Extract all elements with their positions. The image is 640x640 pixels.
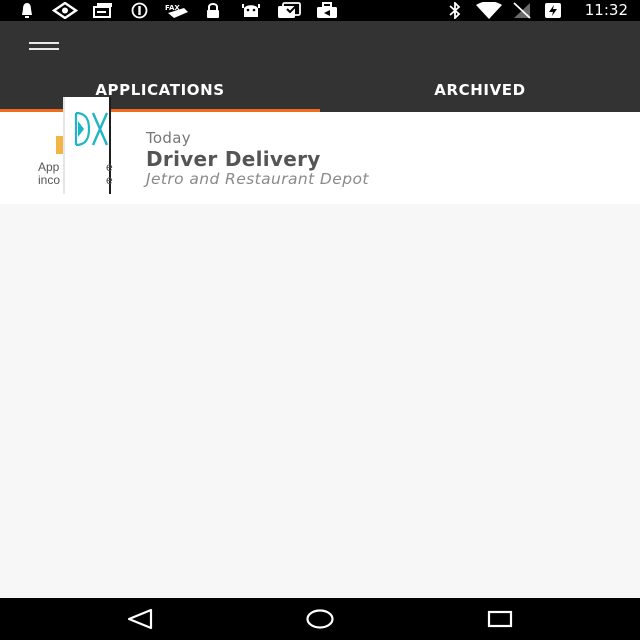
hamburger-menu-icon[interactable]: [20, 33, 68, 59]
application-card[interactable]: App inco e e Today Driver Delivery Jetro…: [0, 97, 640, 204]
tab-applications-label: APPLICATIONS: [95, 81, 225, 99]
tab-archived[interactable]: ARCHIVED: [320, 77, 640, 112]
tab-archived-label: ARCHIVED: [434, 81, 526, 99]
application-company: Jetro and Restaurant Depot: [146, 170, 369, 188]
android-icon: [241, 2, 261, 19]
application-date: Today: [146, 129, 191, 147]
fax-icon: FAX: [164, 2, 192, 19]
status-clock: 11:32: [584, 1, 628, 19]
bluetooth-icon: [448, 2, 462, 19]
eye-icon: [52, 2, 78, 19]
wifi-icon: [475, 2, 503, 19]
home-circle-icon[interactable]: [300, 606, 340, 632]
signal-off-icon: [512, 2, 532, 19]
lock-icon: [205, 2, 221, 19]
application-title: Driver Delivery: [146, 147, 321, 171]
briefcase-icon: [316, 2, 338, 19]
applications-list: App inco e e Today Driver Delivery Jetro…: [0, 97, 640, 598]
back-triangle-icon[interactable]: [121, 606, 161, 632]
message-icon: [93, 2, 113, 19]
status-bar: FAX 11:32: [0, 0, 640, 21]
thumbnail-suffix-line2: e: [106, 173, 113, 187]
system-nav-bar: [0, 598, 640, 640]
recents-square-icon[interactable]: [480, 606, 520, 632]
dx-logo-icon: [73, 109, 109, 149]
notification-icon: [19, 2, 35, 19]
do-not-disturb-icon: [131, 2, 148, 19]
battery-charging-icon: [544, 2, 562, 19]
checklist-icon: [277, 2, 301, 19]
tab-applications[interactable]: APPLICATIONS: [0, 77, 320, 112]
